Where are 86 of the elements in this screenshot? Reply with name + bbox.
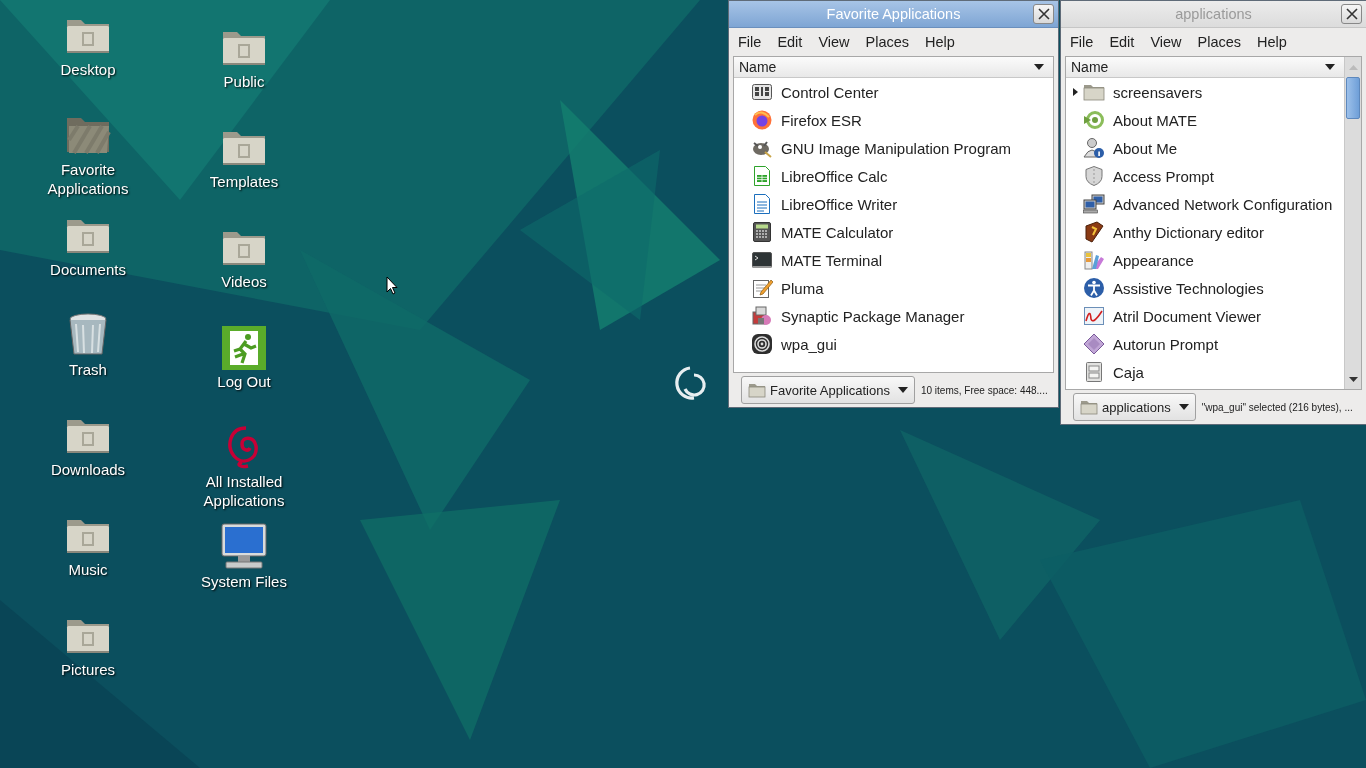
- caret-icon: [1178, 404, 1189, 410]
- scroll-thumb[interactable]: [1346, 77, 1360, 119]
- file-row[interactable]: Access Prompt: [1066, 162, 1344, 190]
- file-row[interactable]: Advanced Network Configuration: [1066, 190, 1344, 218]
- close-icon: [1345, 8, 1358, 20]
- column-header[interactable]: Name: [734, 57, 1053, 78]
- icon-label[interactable]: System Files: [201, 572, 287, 591]
- icon-label[interactable]: Templates: [209, 172, 279, 191]
- status-text: 10 items, Free space: 448....: [920, 384, 1048, 396]
- folder-icon: [1080, 399, 1098, 415]
- file-row[interactable]: Firefox ESR: [734, 106, 1053, 134]
- calculator-icon: [751, 221, 773, 243]
- icon-label[interactable]: Pictures: [60, 660, 116, 679]
- monitor-icon: [220, 522, 268, 570]
- file-row[interactable]: LibreOffice Writer: [734, 190, 1053, 218]
- file-row[interactable]: Anthy Dictionary editor: [1066, 218, 1344, 246]
- menu-item[interactable]: File: [730, 34, 770, 50]
- close-button[interactable]: [1341, 4, 1362, 24]
- column-header[interactable]: Name: [1066, 57, 1344, 78]
- spreadsheet-icon: [751, 165, 773, 187]
- folder-icon: [748, 382, 766, 398]
- close-icon: [1037, 8, 1050, 20]
- caret-icon: [1325, 64, 1335, 70]
- file-row[interactable]: wpa_gui: [734, 330, 1053, 358]
- menu-item[interactable]: Edit: [769, 34, 811, 50]
- icon-label[interactable]: Public: [223, 72, 265, 91]
- icon-label[interactable]: Desktop: [60, 60, 116, 79]
- caret-icon: [1034, 64, 1044, 70]
- close-button[interactable]: [1033, 4, 1054, 24]
- menu-item[interactable]: Help: [917, 34, 963, 50]
- file-row[interactable]: Appearance: [1066, 246, 1344, 274]
- file-row[interactable]: Synaptic Package Manager: [734, 302, 1053, 330]
- computers-icon: [1083, 193, 1105, 215]
- terminal-icon: [751, 249, 773, 271]
- file-row[interactable]: Atril Document Viewer: [1066, 302, 1344, 330]
- file-row[interactable]: Autorun Prompt: [1066, 330, 1344, 358]
- signal-icon: [751, 333, 773, 355]
- icon-label[interactable]: Trash: [69, 360, 107, 379]
- control-panel-icon: [751, 81, 773, 103]
- icon-label[interactable]: Videos: [221, 272, 267, 291]
- notepad-icon: [751, 277, 773, 299]
- menu-item[interactable]: View: [810, 34, 858, 50]
- file-row[interactable]: MATE Terminal: [734, 246, 1053, 274]
- scroll-down-icon[interactable]: [1348, 376, 1358, 382]
- window-title: Favorite Applications: [826, 6, 961, 22]
- file-row[interactable]: Assistive Technologies: [1066, 274, 1344, 302]
- menu-item[interactable]: File: [1062, 34, 1102, 50]
- icon-label[interactable]: All Installed Applications: [189, 472, 299, 510]
- location-button[interactable]: applications: [1073, 393, 1196, 421]
- location-button[interactable]: Favorite Applications: [741, 376, 915, 404]
- exit-sign-icon: [222, 326, 266, 370]
- file-row[interactable]: Control Center: [734, 78, 1053, 106]
- icon-label[interactable]: Documents: [50, 260, 126, 279]
- document-icon: [751, 193, 773, 215]
- user-info-icon: [1083, 137, 1105, 159]
- file-row[interactable]: LibreOffice Calc: [734, 162, 1053, 190]
- menu-item[interactable]: Places: [1189, 34, 1250, 50]
- palette-icon: [1083, 249, 1105, 271]
- menu-item[interactable]: View: [1142, 34, 1190, 50]
- file-row[interactable]: About MATE: [1066, 106, 1344, 134]
- icon-label[interactable]: Music: [68, 560, 108, 579]
- scrollbar[interactable]: [1344, 57, 1361, 389]
- window-title: applications: [1175, 6, 1252, 22]
- icon-label[interactable]: Log Out: [217, 372, 271, 391]
- file-row[interactable]: MATE Calculator: [734, 218, 1053, 246]
- status-text: "wpa_gui" selected (216 bytes), ...: [1201, 401, 1353, 413]
- menu-item[interactable]: Places: [857, 34, 918, 50]
- menu-item[interactable]: Edit: [1101, 34, 1143, 50]
- cabinet-icon: [1083, 361, 1105, 383]
- book-icon: [1083, 221, 1105, 243]
- accessibility-icon: [1083, 277, 1105, 299]
- browser-icon: [751, 109, 773, 131]
- file-row[interactable]: Caja: [1066, 358, 1344, 386]
- file-row[interactable]: screensavers: [1066, 78, 1344, 106]
- shield-icon: [1083, 165, 1105, 187]
- file-row[interactable]: Pluma: [734, 274, 1053, 302]
- pdf-document-icon: [1083, 305, 1105, 327]
- caret-icon: [897, 387, 908, 393]
- icon-label[interactable]: Downloads: [50, 460, 126, 479]
- diamond-icon: [1083, 333, 1105, 355]
- menu-item[interactable]: Help: [1249, 34, 1295, 50]
- package-icon: [751, 305, 773, 327]
- mouse-pointer-icon: [386, 276, 398, 295]
- file-row[interactable]: About Me: [1066, 134, 1344, 162]
- icon-label[interactable]: Favorite Applications: [33, 160, 143, 198]
- file-row[interactable]: GNU Image Manipulation Program: [734, 134, 1053, 162]
